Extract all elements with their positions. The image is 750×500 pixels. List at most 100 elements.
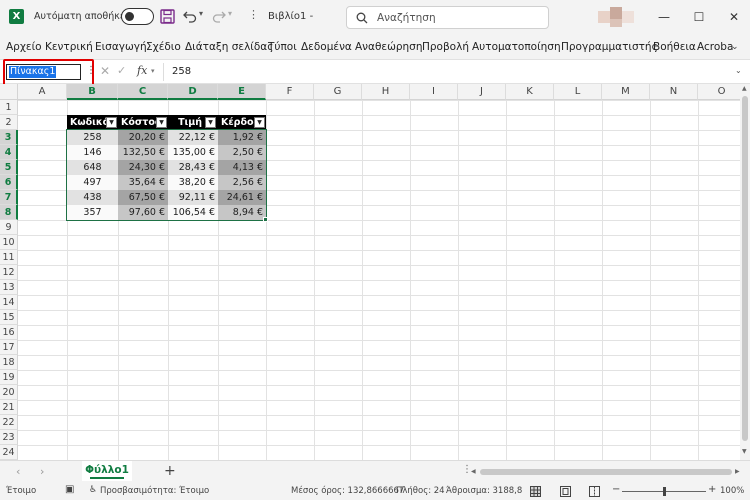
ribbon-collapse-icon[interactable]: ⌄ <box>731 38 743 56</box>
sheet-tab[interactable]: Φύλλο1 <box>82 461 132 481</box>
column-header[interactable]: I <box>410 84 458 100</box>
user-avatar[interactable] <box>598 7 634 27</box>
row-header[interactable]: 19 <box>0 370 18 385</box>
tab-data[interactable]: Δεδομένα <box>301 41 352 53</box>
maximize-icon[interactable]: ☐ <box>690 8 708 26</box>
zoom-level[interactable]: 100% <box>720 486 744 496</box>
normal-view-icon[interactable] <box>530 486 541 497</box>
close-icon[interactable]: ✕ <box>725 8 743 26</box>
row-header[interactable]: 13 <box>0 280 18 295</box>
row-header[interactable]: 15 <box>0 310 18 325</box>
tab-draw[interactable]: Σχέδιο <box>146 41 181 53</box>
row-header[interactable]: 23 <box>0 430 18 445</box>
horizontal-scrollbar[interactable]: ◀ ▶ <box>471 468 741 476</box>
row-header[interactable]: 4 <box>0 145 18 160</box>
add-sheet-button[interactable]: + <box>164 463 176 479</box>
accessibility-status[interactable]: Προσβασιμότητα: Έτοιμο <box>100 486 209 496</box>
function-dropdown-icon[interactable]: ▾ <box>151 67 155 75</box>
scroll-right-icon[interactable]: ▶ <box>735 468 740 475</box>
tab-insert[interactable]: Εισαγωγή <box>95 41 147 53</box>
zoom-out-icon[interactable]: − <box>612 484 620 495</box>
row-header[interactable]: 16 <box>0 325 18 340</box>
row-header[interactable]: 10 <box>0 235 18 250</box>
prev-sheet-icon[interactable]: ‹ <box>16 465 20 478</box>
autosave-toggle[interactable] <box>121 8 154 25</box>
tab-developer[interactable]: Προγραμματιστής <box>561 41 658 53</box>
excel-app-icon[interactable]: X <box>9 9 24 24</box>
row-header[interactable]: 1 <box>0 100 18 115</box>
save-icon[interactable] <box>160 9 175 24</box>
document-title[interactable]: Βιβλίο1 - <box>268 11 313 22</box>
quick-access-more-icon[interactable]: ⋮ <box>248 8 259 21</box>
row-header[interactable]: 12 <box>0 265 18 280</box>
formula-bar-more-icon[interactable]: ⋮ <box>86 65 96 76</box>
row-header[interactable]: 6 <box>0 175 18 190</box>
column-header[interactable]: H <box>362 84 410 100</box>
redo-dropdown-icon[interactable]: ▾ <box>228 9 232 18</box>
filter-dropdown-icon[interactable]: ▼ <box>156 117 167 128</box>
formula-input[interactable]: 258 <box>172 66 191 77</box>
filter-dropdown-icon[interactable]: ▼ <box>106 117 117 128</box>
page-break-preview-icon[interactable] <box>589 486 600 497</box>
column-header[interactable]: G <box>314 84 362 100</box>
row-header[interactable]: 24 <box>0 445 18 460</box>
scroll-down-icon[interactable]: ▼ <box>742 448 747 455</box>
search-box[interactable]: Αναζήτηση <box>346 6 549 29</box>
row-header[interactable]: 3 <box>0 130 18 145</box>
undo-icon[interactable] <box>183 9 197 23</box>
column-header[interactable]: N <box>650 84 698 100</box>
column-header[interactable]: C <box>118 84 168 100</box>
scroll-up-icon[interactable]: ▲ <box>742 85 747 92</box>
tab-acrobat[interactable]: Acroba <box>697 41 733 53</box>
row-header[interactable]: 5 <box>0 160 18 175</box>
row-header[interactable]: 7 <box>0 190 18 205</box>
tab-automate[interactable]: Αυτοματοποίηση <box>472 41 561 53</box>
average-readout[interactable]: Μέσος όρος: 132,8666667 <box>291 486 404 496</box>
accessibility-icon[interactable]: ♿ <box>89 485 97 495</box>
row-header[interactable]: 18 <box>0 355 18 370</box>
row-header[interactable]: 21 <box>0 400 18 415</box>
tab-view[interactable]: Προβολή <box>422 41 469 53</box>
row-header[interactable]: 11 <box>0 250 18 265</box>
expand-formula-bar-icon[interactable]: ⌄ <box>735 66 742 75</box>
column-header[interactable]: O <box>698 84 740 100</box>
zoom-slider-thumb[interactable] <box>663 487 666 496</box>
row-header[interactable]: 9 <box>0 220 18 235</box>
row-header[interactable]: 2 <box>0 115 18 130</box>
enter-icon[interactable]: ✓ <box>117 64 126 77</box>
minimize-icon[interactable]: — <box>655 8 673 26</box>
next-sheet-icon[interactable]: › <box>40 465 44 478</box>
scroll-left-icon[interactable]: ◀ <box>471 468 476 475</box>
tab-home[interactable]: Κεντρική <box>45 41 93 53</box>
vertical-scrollbar[interactable]: ▲ ▼ <box>740 84 750 460</box>
column-header[interactable]: L <box>554 84 602 100</box>
column-header[interactable]: B <box>67 84 118 100</box>
page-layout-icon[interactable] <box>560 486 571 497</box>
zoom-in-icon[interactable]: + <box>708 484 716 495</box>
column-header[interactable]: M <box>602 84 650 100</box>
column-header[interactable]: A <box>18 84 67 100</box>
column-header[interactable]: J <box>458 84 506 100</box>
tab-formulas[interactable]: Τύποι <box>268 41 297 53</box>
fill-handle[interactable] <box>263 217 268 222</box>
macro-record-icon[interactable]: ▣ <box>65 484 74 495</box>
horizontal-scroll-thumb[interactable] <box>480 469 732 475</box>
column-header[interactable]: F <box>266 84 314 100</box>
row-header[interactable]: 8 <box>0 205 18 220</box>
filter-dropdown-icon[interactable]: ▼ <box>254 117 265 128</box>
undo-dropdown-icon[interactable]: ▾ <box>199 9 203 18</box>
tab-help[interactable]: Βοήθεια <box>653 41 696 53</box>
tab-page-layout[interactable]: Διάταξη σελίδας <box>185 41 273 53</box>
row-header[interactable]: 22 <box>0 415 18 430</box>
sum-readout[interactable]: Άθροισμα: 3188,8 <box>446 486 522 496</box>
tab-review[interactable]: Αναθεώρηση <box>355 41 423 53</box>
worksheet-grid[interactable]: A B C D E F G H I J K L M N O 1 2 3 4 5 … <box>0 84 740 460</box>
column-header[interactable]: D <box>168 84 218 100</box>
cancel-icon[interactable]: ✕ <box>100 64 110 78</box>
count-readout[interactable]: Πλήθος: 24 <box>396 486 445 496</box>
select-all-corner[interactable] <box>0 84 18 100</box>
insert-function-icon[interactable]: fx <box>137 64 147 77</box>
filter-dropdown-icon[interactable]: ▼ <box>205 117 216 128</box>
tab-file[interactable]: Αρχείο <box>6 41 42 53</box>
row-header[interactable]: 14 <box>0 295 18 310</box>
